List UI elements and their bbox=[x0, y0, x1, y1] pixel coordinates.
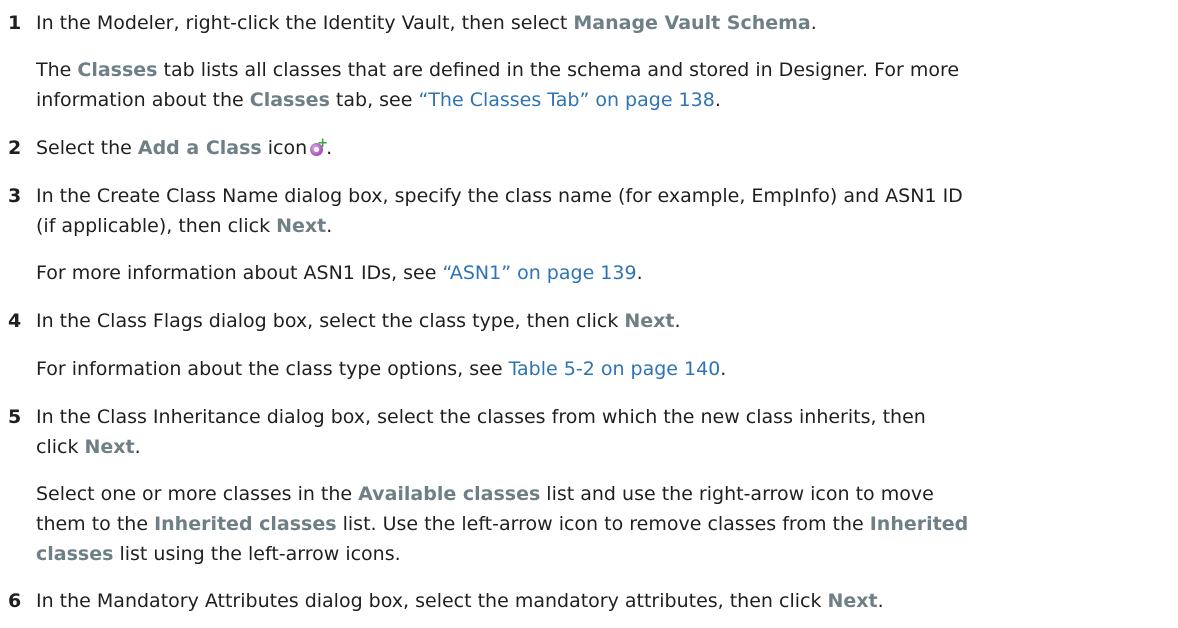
step-number: 5 bbox=[8, 406, 22, 428]
text: tab lists all classes that are defined i… bbox=[157, 59, 960, 81]
text: In the Create Class Name dialog box, spe… bbox=[36, 185, 963, 207]
document-page: 1 In the Modeler, right-click the Identi… bbox=[0, 0, 1178, 628]
text: tab, see bbox=[329, 89, 419, 111]
ui-term-next: Next bbox=[276, 215, 327, 237]
ui-term-inherited-classes: Inherited classes bbox=[154, 513, 337, 535]
text: . bbox=[810, 12, 817, 34]
text: For more information about ASN1 IDs, see bbox=[36, 262, 443, 284]
text: For information about the class type opt… bbox=[36, 358, 509, 380]
step-number: 6 bbox=[8, 590, 22, 612]
link-asn1[interactable]: “ASN1” on page 139 bbox=[442, 262, 636, 284]
step-6-line-1: In the Mandatory Attributes dialog box, … bbox=[36, 587, 884, 615]
ui-term-manage-vault-schema: Manage Vault Schema bbox=[573, 12, 811, 34]
ui-term-next: Next bbox=[827, 590, 878, 612]
step-5-line-3: Select one or more classes in the Availa… bbox=[36, 480, 934, 508]
text: In the Mandatory Attributes dialog box, … bbox=[36, 590, 828, 612]
text: list using the left-arrow icons. bbox=[113, 543, 401, 565]
text: The bbox=[36, 59, 78, 81]
step-3-line-3: For more information about ASN1 IDs, see… bbox=[36, 259, 643, 287]
text: . bbox=[134, 436, 141, 458]
step-5-line-5: classes list using the left-arrow icons. bbox=[36, 540, 401, 568]
text: . bbox=[636, 262, 643, 284]
ui-term-classes: Classes bbox=[77, 59, 158, 81]
step-1-line-3: information about the Classes tab, see “… bbox=[36, 86, 721, 114]
text: . bbox=[720, 358, 727, 380]
ui-term-next: Next bbox=[84, 436, 135, 458]
ui-term-next: Next bbox=[624, 310, 675, 332]
link-table-5-2[interactable]: Table 5-2 on page 140 bbox=[509, 358, 721, 380]
text: icon bbox=[261, 137, 308, 159]
step-3-line-2: (if applicable), then click Next. bbox=[36, 212, 332, 240]
text: list. Use the left-arrow icon to remove … bbox=[336, 513, 870, 535]
ui-term-inherited: Inherited bbox=[869, 513, 969, 535]
link-classes-tab[interactable]: “The Classes Tab” on page 138 bbox=[418, 89, 714, 111]
step-5-line-1: In the Class Inheritance dialog box, sel… bbox=[36, 403, 926, 431]
add-class-icon: + bbox=[310, 137, 328, 156]
ui-term-add-a-class: Add a Class bbox=[137, 137, 262, 159]
step-number: 3 bbox=[8, 185, 22, 207]
text: click bbox=[36, 436, 85, 458]
text: . bbox=[714, 89, 721, 111]
text: Select one or more classes in the bbox=[36, 483, 359, 505]
step-number: 1 bbox=[8, 12, 22, 34]
ui-term-classes: classes bbox=[36, 543, 114, 565]
step-5-line-2: click Next. bbox=[36, 433, 141, 461]
text: . bbox=[877, 590, 884, 612]
ui-term-available-classes: Available classes bbox=[358, 483, 541, 505]
text: (if applicable), then click bbox=[36, 215, 277, 237]
text: Select the bbox=[36, 137, 138, 159]
step-1-line-1: In the Modeler, right-click the Identity… bbox=[36, 9, 817, 37]
step-4-line-2: For information about the class type opt… bbox=[36, 355, 726, 383]
step-number: 2 bbox=[8, 137, 22, 159]
step-4-line-1: In the Class Flags dialog box, select th… bbox=[36, 307, 681, 335]
text: list and use the right-arrow icon to mov… bbox=[540, 483, 934, 505]
text: . bbox=[674, 310, 681, 332]
text: them to the bbox=[36, 513, 155, 535]
text: In the Class Inheritance dialog box, sel… bbox=[36, 406, 926, 428]
step-2-line-1: Select the Add a Class icon +. bbox=[36, 134, 332, 162]
step-3-line-1: In the Create Class Name dialog box, spe… bbox=[36, 182, 963, 210]
text: information about the bbox=[36, 89, 250, 111]
ui-term-classes: Classes bbox=[249, 89, 330, 111]
step-number: 4 bbox=[8, 310, 22, 332]
text: In the Modeler, right-click the Identity… bbox=[36, 12, 574, 34]
text: . bbox=[326, 215, 333, 237]
step-5-line-4: them to the Inherited classes list. Use … bbox=[36, 510, 968, 538]
text: In the Class Flags dialog box, select th… bbox=[36, 310, 625, 332]
step-1-line-2: The Classes tab lists all classes that a… bbox=[36, 56, 959, 84]
